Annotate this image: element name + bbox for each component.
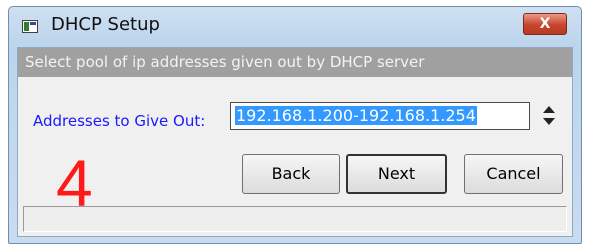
window-title: DHCP Setup [51, 14, 160, 35]
addresses-input-value: 192.168.1.200-192.168.1.254 [235, 106, 477, 125]
spinner-up-icon[interactable] [543, 106, 555, 113]
spinner-down-icon[interactable] [543, 118, 555, 125]
next-button[interactable]: Next [346, 154, 447, 194]
cancel-button[interactable]: Cancel [464, 154, 563, 194]
dhcp-setup-window: DHCP Setup X Select pool of ip addresses… [8, 6, 582, 244]
addresses-label: Addresses to Give Out: [33, 112, 206, 130]
dialog-body: Select pool of ip addresses given out by… [17, 47, 573, 237]
addresses-input[interactable]: 192.168.1.200-192.168.1.254 [230, 102, 530, 130]
close-button[interactable]: X [523, 13, 567, 35]
app-icon [22, 20, 38, 33]
close-icon: X [539, 16, 551, 32]
back-button[interactable]: Back [242, 154, 340, 194]
address-spinner[interactable] [543, 106, 555, 128]
instruction-banner: Select pool of ip addresses given out by… [18, 48, 572, 77]
status-bar [23, 206, 567, 232]
step-number-annotation: 4 [56, 146, 93, 220]
title-bar[interactable]: DHCP Setup X [9, 7, 581, 45]
